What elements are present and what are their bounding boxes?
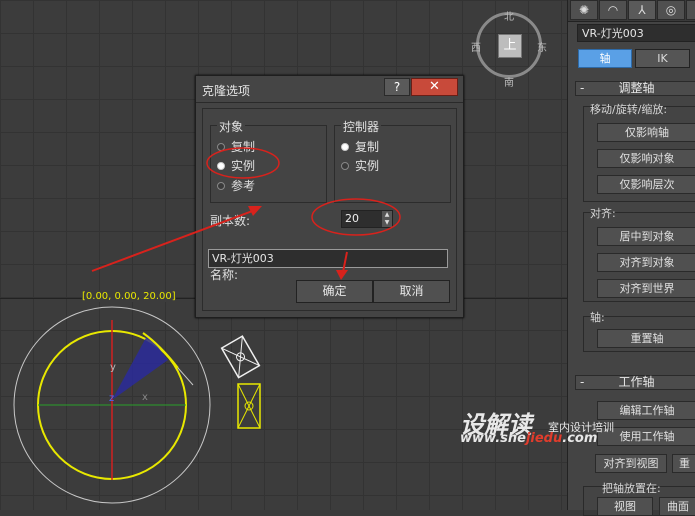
tab-modify[interactable]: ◠: [599, 0, 627, 20]
spinner-arrows-icon[interactable]: ▲ ▼: [382, 211, 392, 227]
radio-dot-icon: [217, 142, 225, 151]
viewcube[interactable]: 上 北 南 东 西: [471, 12, 547, 89]
radio-object-instance[interactable]: 实例: [217, 157, 255, 174]
controller-group: 控制器 复制 实例: [334, 118, 451, 203]
radio-controller-instance[interactable]: 实例: [341, 157, 379, 174]
place-view-button[interactable]: 视图: [597, 497, 653, 516]
affect-hierarchy-only-button[interactable]: 仅影响层次: [597, 175, 695, 194]
close-button[interactable]: ✕: [411, 78, 458, 96]
ok-button[interactable]: 确定: [296, 280, 373, 303]
reset-partial-button[interactable]: 重: [672, 454, 695, 473]
align-group-label: 对齐:: [590, 207, 616, 220]
watermark-url: www.shejiedu.com: [460, 431, 598, 446]
tab-hierarchy[interactable]: ⅄: [628, 0, 656, 20]
vray-light-white: [220, 335, 261, 379]
center-to-object-button[interactable]: 居中到对象: [597, 227, 695, 246]
radio-controller-copy[interactable]: 复制: [341, 138, 379, 155]
axis-label-z: z: [109, 393, 115, 404]
align-to-object-button[interactable]: 对齐到对象: [597, 253, 695, 272]
align-to-world-button[interactable]: 对齐到世界: [597, 279, 695, 298]
compass-north: 北: [504, 12, 514, 23]
move-group-label: 移动/旋转/缩放:: [590, 103, 668, 116]
dialog-title: 克隆选项: [202, 84, 251, 98]
gizmo-blue-sector: [112, 334, 168, 400]
name-label: 名称:: [210, 268, 239, 282]
clone-options-dialog: 克隆选项 ? ✕ 对象 复制 实例 参考 控制器 复制 实例 副本数: 20 ▲…: [195, 75, 464, 318]
place-surface-button[interactable]: 曲面: [659, 497, 695, 516]
pivot-mode-button[interactable]: 轴: [578, 49, 632, 68]
object-name-field[interactable]: VR-灯光003: [577, 24, 695, 42]
tab-display[interactable]: [686, 0, 695, 20]
object-group-legend: 对象: [217, 118, 246, 135]
cancel-button[interactable]: 取消: [373, 280, 450, 303]
axis-label-y: y: [110, 362, 116, 373]
radio-dot-icon: [341, 161, 349, 170]
axis-group-label: 轴:: [590, 311, 605, 324]
reset-pivot-button[interactable]: 重置轴: [597, 329, 695, 348]
ik-mode-button[interactable]: IK: [635, 49, 690, 68]
edit-working-pivot-button[interactable]: 编辑工作轴: [597, 401, 695, 420]
radio-object-copy[interactable]: 复制: [217, 138, 255, 155]
tab-create[interactable]: ✺: [570, 0, 598, 20]
compass-south: 南: [504, 78, 514, 89]
radio-object-reference[interactable]: 参考: [217, 177, 255, 194]
copies-value: 20: [345, 212, 359, 225]
rollout-adjust-pivot[interactable]: - 调整轴: [575, 81, 695, 96]
dialog-title-bar[interactable]: 克隆选项 ? ✕: [196, 76, 463, 103]
radio-dot-icon: [217, 181, 225, 190]
clone-name-input[interactable]: VR-灯光003: [208, 249, 448, 268]
align-to-view-button[interactable]: 对齐到视图: [595, 454, 667, 473]
place-group-label: 把轴放置在:: [602, 482, 661, 495]
copies-spinner[interactable]: 20 ▲ ▼: [341, 210, 393, 228]
viewcube-top-face[interactable]: 上: [498, 34, 522, 58]
axis-label-x: x: [142, 392, 148, 403]
affect-object-only-button[interactable]: 仅影响对象: [597, 149, 695, 168]
vray-light-yellow: [237, 383, 261, 429]
compass-west: 西: [471, 43, 481, 54]
object-group: 对象 复制 实例 参考: [210, 118, 327, 203]
radio-dot-selected-icon: [341, 142, 349, 151]
help-button[interactable]: ?: [384, 78, 410, 96]
radio-dot-selected-icon: [217, 161, 225, 170]
coordinate-readout: [0.00, 0.00, 20.00]: [82, 291, 176, 302]
rollout-working-pivot[interactable]: - 工作轴: [575, 375, 695, 390]
controller-group-legend: 控制器: [341, 118, 382, 135]
affect-pivot-only-button[interactable]: 仅影响轴: [597, 123, 695, 142]
command-panel-tabs: ✺ ◠ ⅄ ◎: [568, 0, 695, 22]
copies-label: 副本数:: [210, 214, 251, 228]
tab-motion[interactable]: ◎: [657, 0, 685, 20]
compass-east: 东: [537, 43, 547, 54]
